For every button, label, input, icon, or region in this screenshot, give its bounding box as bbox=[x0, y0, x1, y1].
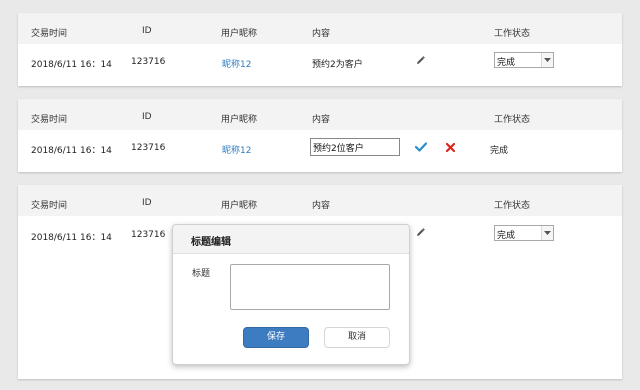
status-select-value: 完成 bbox=[497, 231, 516, 241]
nickname-link[interactable]: 昵称12 bbox=[222, 57, 251, 70]
pencil-icon[interactable] bbox=[415, 55, 426, 66]
cell-status: 完成 bbox=[490, 146, 509, 156]
title-textarea[interactable] bbox=[230, 264, 390, 310]
title-field-label: 标题 bbox=[192, 269, 211, 279]
column-header-content: 内容 bbox=[312, 115, 331, 125]
table-header: 交易时间 ID 用户昵称 内容 工作状态 bbox=[18, 13, 622, 44]
column-header-time: 交易时间 bbox=[31, 201, 68, 211]
status-select-arrow[interactable] bbox=[541, 226, 553, 240]
cell-content: 预约2为客户 bbox=[312, 60, 363, 70]
nickname-link[interactable]: 昵称12 bbox=[222, 143, 251, 156]
chevron-down-icon bbox=[544, 58, 551, 62]
status-select-value: 完成 bbox=[497, 58, 516, 68]
column-header-nickname: 用户昵称 bbox=[221, 29, 258, 39]
column-header-status: 工作状态 bbox=[494, 201, 531, 211]
cell-time: 2018/6/11 16：14 bbox=[31, 146, 112, 156]
record-card-1: 交易时间 ID 用户昵称 内容 工作状态 2018/6/11 16：14 123… bbox=[18, 13, 622, 86]
column-header-nickname: 用户昵称 bbox=[221, 201, 258, 211]
checkmark-icon[interactable] bbox=[415, 142, 427, 152]
pencil-icon[interactable] bbox=[415, 227, 426, 238]
dialog-title: 标题编辑 bbox=[191, 237, 231, 248]
column-header-id: ID bbox=[142, 112, 152, 122]
column-header-nickname: 用户昵称 bbox=[221, 115, 258, 125]
table-header: 交易时间 ID 用户昵称 内容 工作状态 bbox=[18, 185, 622, 216]
table-header: 交易时间 ID 用户昵称 内容 工作状态 bbox=[18, 99, 622, 130]
content-edit-input[interactable] bbox=[310, 138, 400, 156]
cross-icon[interactable] bbox=[446, 143, 455, 152]
column-header-id: ID bbox=[142, 26, 152, 36]
cell-time: 2018/6/11 16：14 bbox=[31, 233, 112, 243]
cell-id: 123716 bbox=[131, 143, 166, 153]
column-header-id: ID bbox=[142, 198, 152, 208]
column-header-status: 工作状态 bbox=[494, 29, 531, 39]
column-header-time: 交易时间 bbox=[31, 29, 68, 39]
chevron-down-icon bbox=[544, 231, 551, 235]
cell-id: 123716 bbox=[131, 57, 166, 67]
dialog-header: 标题编辑 bbox=[173, 225, 409, 254]
cancel-button[interactable]: 取消 bbox=[324, 327, 390, 348]
record-card-2: 交易时间 ID 用户昵称 内容 工作状态 2018/6/11 16：14 123… bbox=[18, 99, 622, 172]
status-select[interactable]: 完成 bbox=[494, 225, 554, 241]
column-header-status: 工作状态 bbox=[494, 115, 531, 125]
cell-time: 2018/6/11 16：14 bbox=[31, 60, 112, 70]
cell-id: 123716 bbox=[131, 230, 166, 240]
column-header-content: 内容 bbox=[312, 201, 331, 211]
status-select[interactable]: 完成 bbox=[494, 52, 554, 68]
column-header-time: 交易时间 bbox=[31, 115, 68, 125]
title-edit-dialog: 标题编辑 标题 保存 取消 bbox=[172, 224, 410, 365]
save-button[interactable]: 保存 bbox=[243, 327, 309, 348]
column-header-content: 内容 bbox=[312, 29, 331, 39]
status-select-arrow[interactable] bbox=[541, 53, 553, 67]
